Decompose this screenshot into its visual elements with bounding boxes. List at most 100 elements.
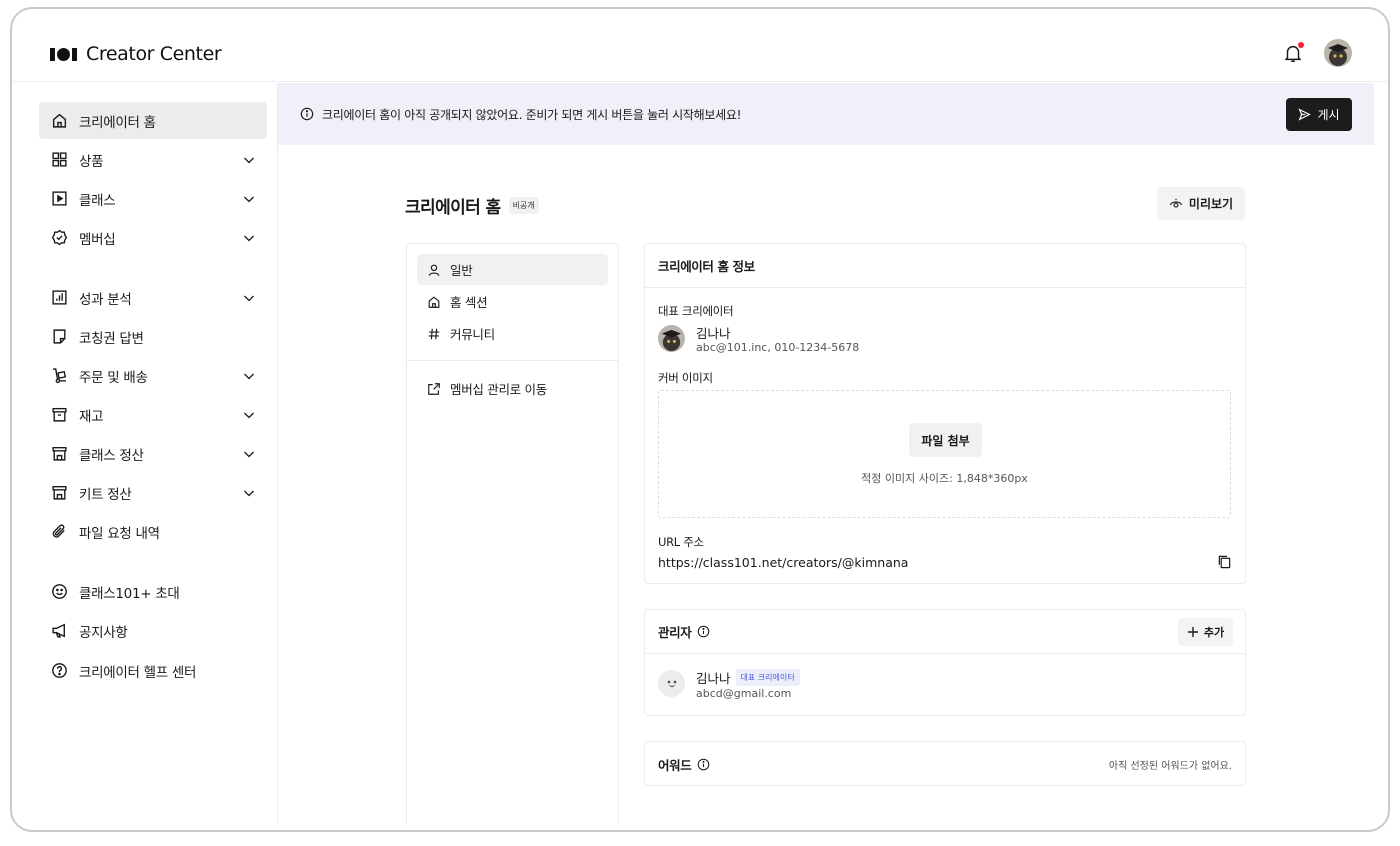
external-link-icon xyxy=(427,382,441,396)
app-window: Creator Center 크리에이터 홈 상품 클래스 멤버십 성과 분석 코칭권 답… xyxy=(10,7,1390,832)
sidebar-item[interactable]: 멤버십 xyxy=(39,219,267,256)
sidebar-item[interactable]: 키트 정산 xyxy=(39,474,267,511)
badge-check-icon xyxy=(51,229,68,246)
sidebar-item[interactable]: 상품 xyxy=(39,141,267,178)
banner-text: 크리에이터 홈이 아직 공개되지 않았어요. 준비가 되면 게시 버튼을 눌러 … xyxy=(322,108,742,122)
chevron-down-icon[interactable] xyxy=(243,232,255,244)
eye-icon xyxy=(1169,198,1183,208)
sidebar-item-label: 상품 xyxy=(79,153,104,170)
sidebar-item-label: 키트 정산 xyxy=(79,486,132,503)
admin-card: 관리자 추가 김나나 대표 크리에이터 abcd@gmail.com xyxy=(644,609,1246,716)
chevron-down-icon[interactable] xyxy=(243,448,255,460)
rep-creator-badge: 대표 크리에이터 xyxy=(735,669,800,686)
admin-avatar xyxy=(658,670,685,697)
hand-truck-icon xyxy=(53,368,67,384)
sidebar-item[interactable]: 공지사항 xyxy=(39,612,267,649)
logo[interactable]: Creator Center xyxy=(50,43,222,65)
sidebar-item[interactable]: 클래스 정산 xyxy=(39,435,267,472)
sidebar-item-label: 주문 및 배송 xyxy=(79,369,148,386)
preview-button[interactable]: 미리보기 xyxy=(1157,187,1245,220)
store-icon xyxy=(52,485,67,500)
add-admin-button[interactable]: 추가 xyxy=(1178,618,1233,646)
sidebar-item-label: 클래스 정산 xyxy=(79,447,144,464)
info-icon[interactable] xyxy=(697,625,710,638)
sidebar-item[interactable]: 주문 및 배송 xyxy=(39,357,267,394)
card-title: 크리에이터 홈 정보 xyxy=(645,244,1245,288)
sidebar-item-label: 파일 요청 내역 xyxy=(79,525,160,542)
subnav-item-label: 일반 xyxy=(450,263,473,278)
rep-creator-label: 대표 크리에이터 xyxy=(658,304,734,318)
divider xyxy=(407,360,618,361)
cover-image-label: 커버 이미지 xyxy=(658,371,713,385)
attach-file-button[interactable]: 파일 첨부 xyxy=(909,423,982,457)
membership-link[interactable]: 멤버십 관리로 이동 xyxy=(417,373,608,404)
user-icon xyxy=(428,264,440,276)
subnav-item-label: 홈 섹션 xyxy=(450,295,488,310)
award-card: 어워드 아직 선정된 어워드가 없어요. xyxy=(644,741,1246,786)
publish-label: 게시 xyxy=(1317,108,1340,122)
creator-home-info-card: 크리에이터 홈 정보 대표 크리에이터 김나나 abc@101.inc, 010… xyxy=(644,243,1246,584)
chevron-down-icon[interactable] xyxy=(243,292,255,304)
sidebar: 크리에이터 홈상품클래스멤버십성과 분석코칭권 답변주문 및 배송재고클래스 정… xyxy=(12,83,278,823)
creator-contact: abc@101.inc, 010-1234-5678 xyxy=(696,341,860,354)
creator-avatar xyxy=(658,325,685,352)
brand-name: Creator Center xyxy=(86,43,222,65)
sidebar-item-label: 성과 분석 xyxy=(79,291,132,308)
logo-mark-icon xyxy=(50,47,77,61)
sidebar-item[interactable]: 크리에이터 헬프 센터 xyxy=(39,652,267,689)
chevron-down-icon[interactable] xyxy=(243,154,255,166)
grid-icon xyxy=(52,152,67,167)
creator-name: 김나나 xyxy=(696,326,731,341)
page-title-text: 크리에이터 홈 xyxy=(405,198,501,218)
membership-link-label: 멤버십 관리로 이동 xyxy=(450,382,547,397)
subnav-item[interactable]: 홈 섹션 xyxy=(417,286,608,317)
url-label: URL 주소 xyxy=(658,535,704,549)
chevron-down-icon[interactable] xyxy=(243,409,255,421)
plus-icon xyxy=(1187,627,1198,637)
admin-title: 관리자 xyxy=(658,625,692,640)
admin-name: 김나나 xyxy=(696,671,731,686)
page-title: 크리에이터 홈 비공개 xyxy=(405,193,539,218)
help-circle-icon xyxy=(52,663,67,678)
copy-icon[interactable] xyxy=(1217,554,1232,569)
info-icon xyxy=(300,107,314,121)
url-value: https://class101.net/creators/@kimnana xyxy=(658,555,909,570)
hash-icon xyxy=(428,328,440,339)
sidebar-item[interactable]: 크리에이터 홈 xyxy=(39,102,267,139)
sidebar-item-label: 코칭권 답변 xyxy=(79,330,144,347)
admin-name-row: 김나나 대표 크리에이터 xyxy=(696,668,800,687)
notification-dot xyxy=(1298,42,1304,48)
sidebar-item[interactable]: 재고 xyxy=(39,396,267,433)
archive-icon xyxy=(52,407,67,422)
subnav-item[interactable]: 일반 xyxy=(417,254,608,285)
chevron-down-icon[interactable] xyxy=(243,487,255,499)
preview-label: 미리보기 xyxy=(1188,197,1234,211)
sidebar-item[interactable]: 성과 분석 xyxy=(39,279,267,316)
sidebar-item[interactable]: 클래스 xyxy=(39,180,267,217)
chevron-down-icon[interactable] xyxy=(243,370,255,382)
cover-image-dropzone[interactable]: 파일 첨부 적정 이미지 사이즈: 1,848*360px xyxy=(658,390,1231,518)
add-admin-label: 추가 xyxy=(1203,626,1225,639)
store-icon xyxy=(52,446,67,461)
subnav-item[interactable]: 커뮤니티 xyxy=(417,318,608,349)
sidebar-item-label: 크리에이터 홈 xyxy=(79,114,156,131)
info-icon[interactable] xyxy=(697,758,710,771)
sidebar-item-label: 재고 xyxy=(79,408,104,425)
status-badge: 비공개 xyxy=(508,197,539,214)
send-icon xyxy=(1298,108,1312,121)
sidebar-item[interactable]: 코칭권 답변 xyxy=(39,318,267,355)
paperclip-icon xyxy=(52,524,65,538)
sidebar-item-label: 클래스 xyxy=(79,192,116,209)
admin-email: abcd@gmail.com xyxy=(696,687,792,700)
subnav-item-label: 커뮤니티 xyxy=(450,327,495,342)
home-icon xyxy=(52,113,67,128)
sidebar-item[interactable]: 파일 요청 내역 xyxy=(39,513,267,550)
bar-chart-icon xyxy=(52,290,67,305)
avatar[interactable] xyxy=(1324,39,1352,67)
publish-button[interactable]: 게시 xyxy=(1286,98,1352,131)
smile-icon xyxy=(52,584,67,599)
sidebar-item[interactable]: 클래스101+ 초대 xyxy=(39,573,267,610)
sidebar-item-label: 멤버십 xyxy=(79,231,116,248)
chevron-down-icon[interactable] xyxy=(243,193,255,205)
megaphone-icon xyxy=(52,623,65,638)
